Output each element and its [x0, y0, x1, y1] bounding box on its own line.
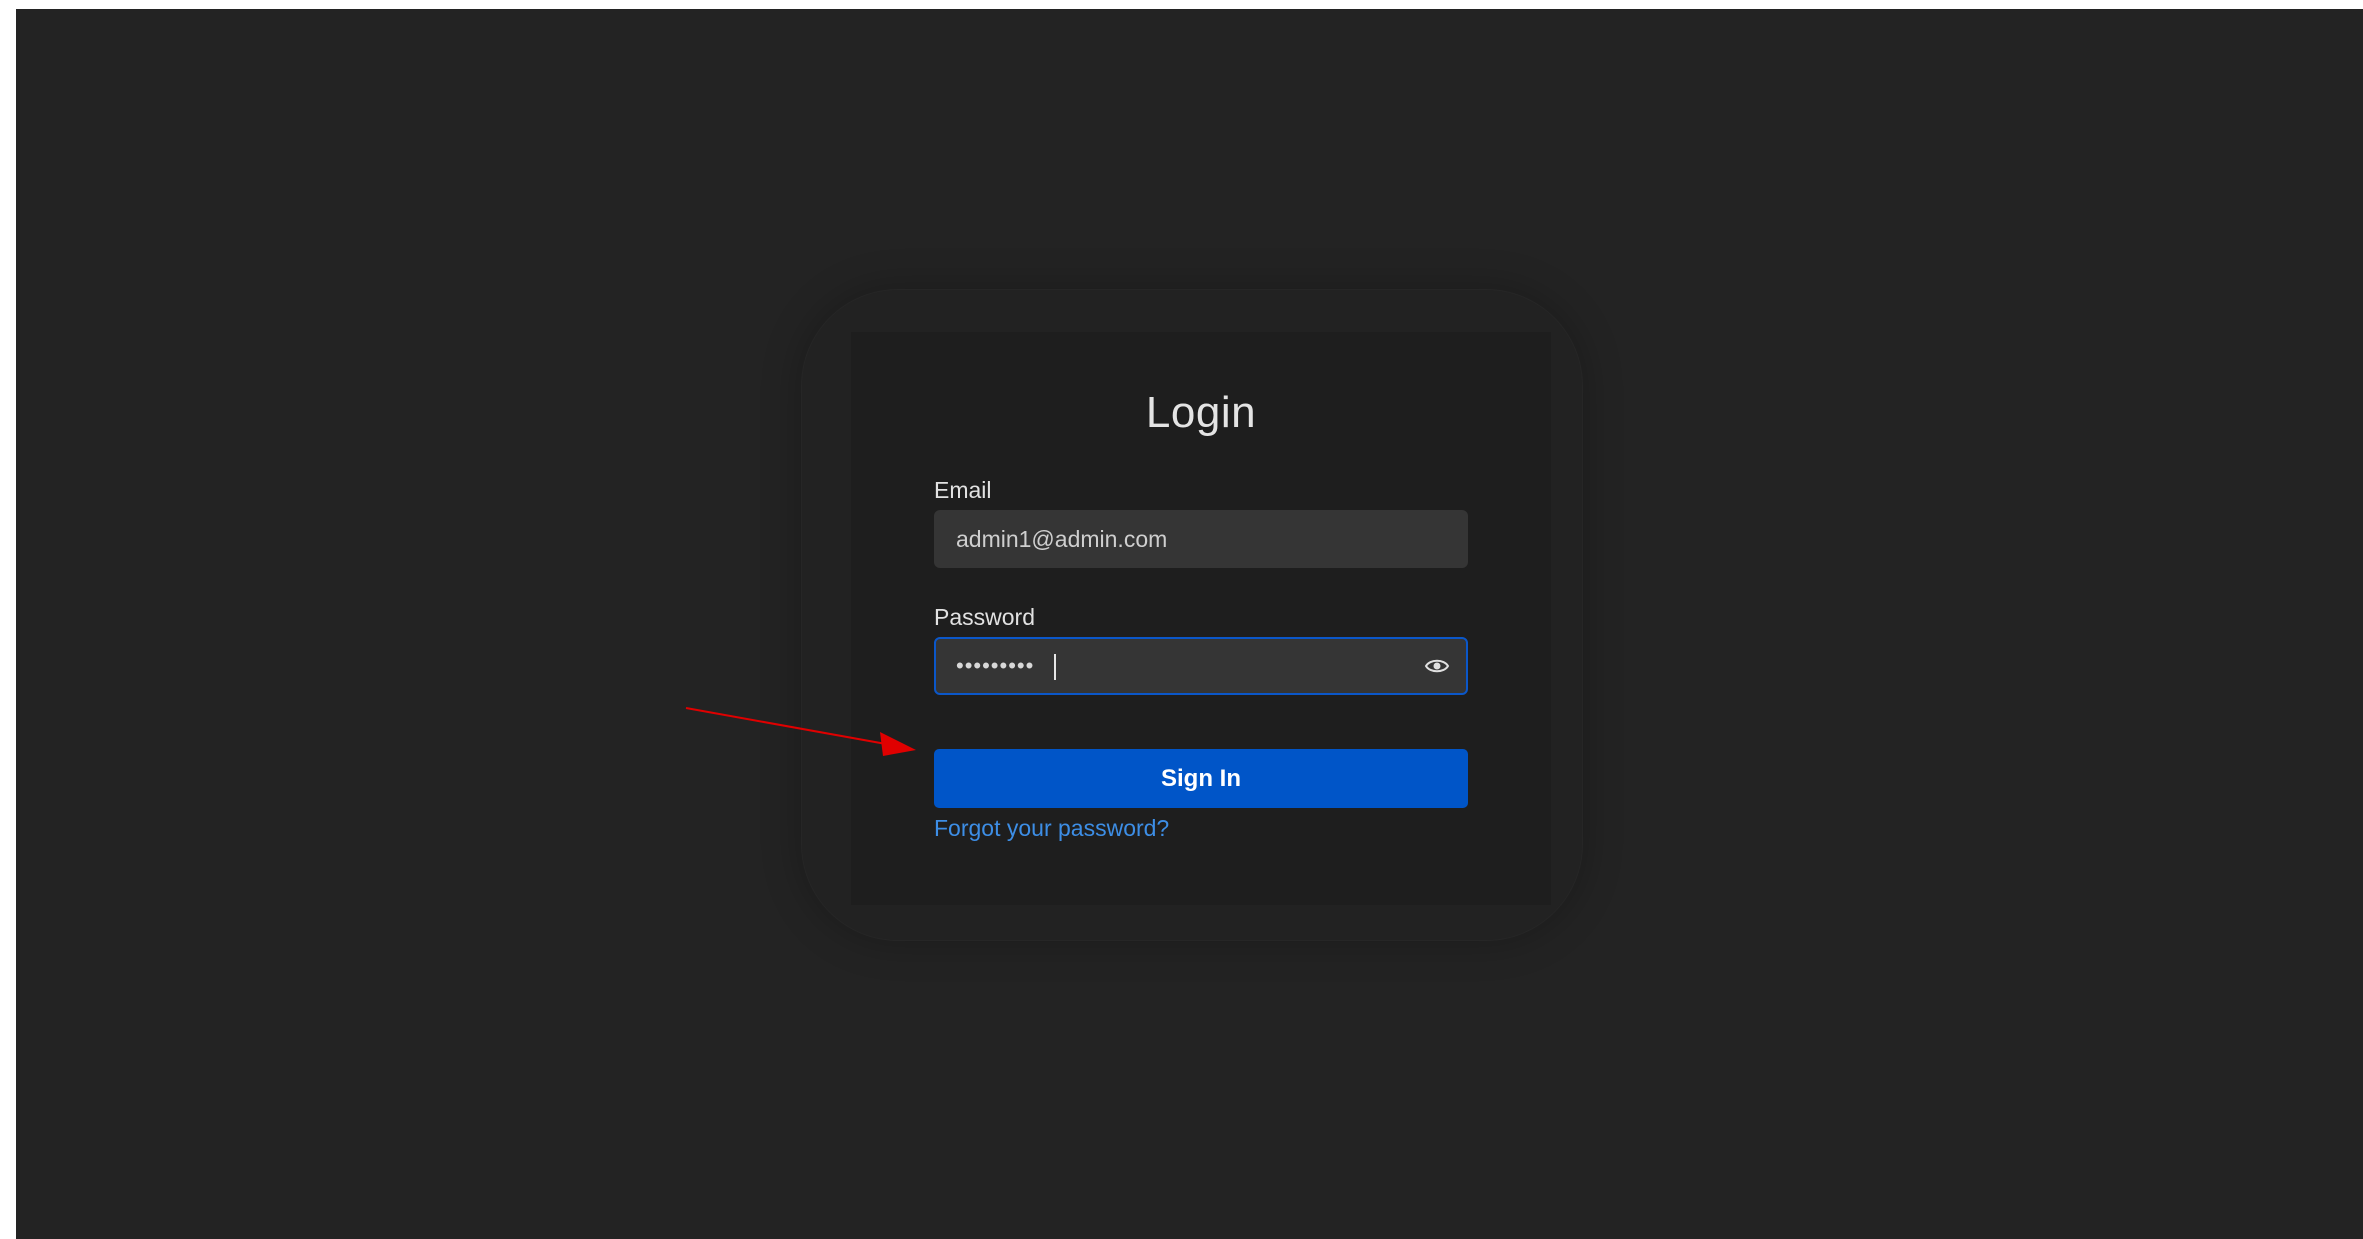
password-field-value: ••••••••• [956, 653, 1035, 678]
page-title: Login [1145, 388, 1257, 437]
email-label: Email [934, 477, 992, 503]
forgot-password-link[interactable]: Forgot your password? [934, 815, 1169, 842]
email-field-value: admin1@admin.com [956, 526, 1168, 552]
email-field[interactable]: admin1@admin.com [934, 510, 1468, 568]
login-card: Login Email admin1@admin.com Password ••… [851, 332, 1551, 905]
text-caret [1054, 654, 1056, 680]
password-label: Password [934, 604, 1035, 630]
eye-icon[interactable] [1424, 655, 1450, 677]
password-field[interactable]: ••••••••• [934, 637, 1468, 695]
sign-in-button[interactable]: Sign In [934, 749, 1468, 808]
arrow-icon [685, 707, 916, 756]
